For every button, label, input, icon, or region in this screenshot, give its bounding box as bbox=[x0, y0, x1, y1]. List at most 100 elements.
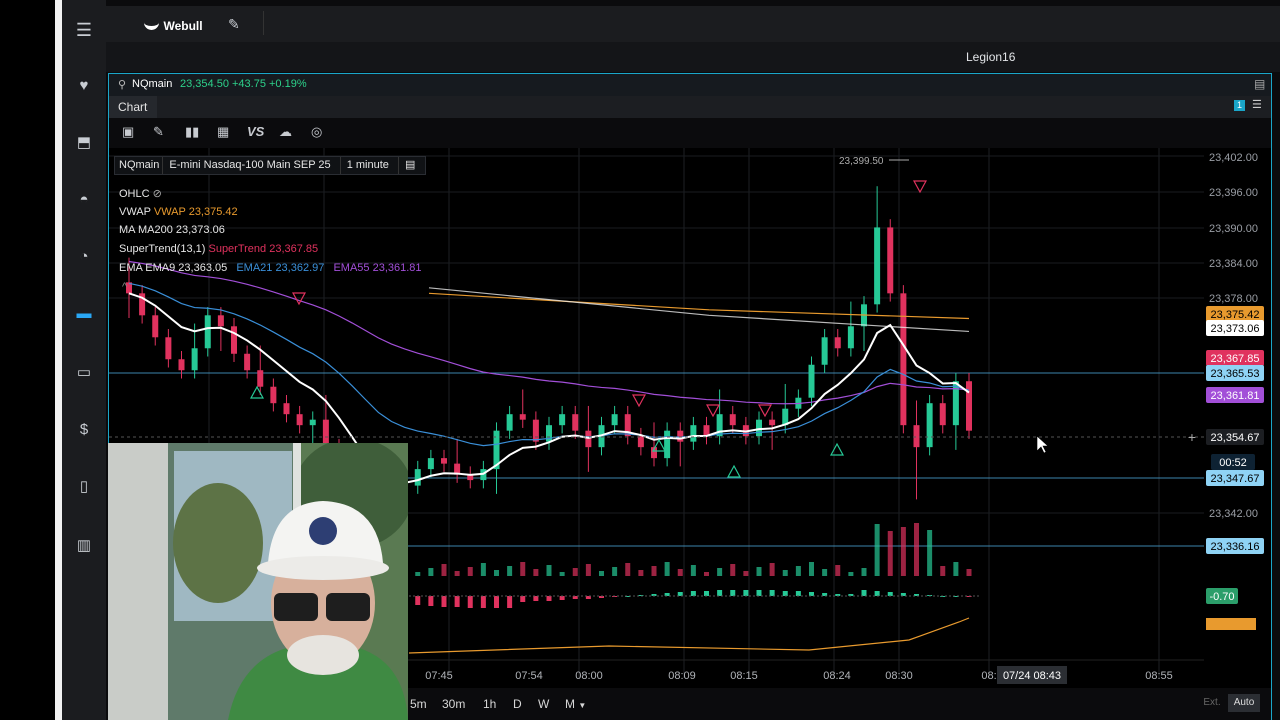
legend-ema55: EMA55 23,361.81 bbox=[333, 262, 422, 274]
ext-hours-button[interactable]: Ext. bbox=[1198, 694, 1226, 712]
candle-body bbox=[769, 419, 776, 426]
candle-body bbox=[690, 425, 697, 442]
username[interactable]: Legion16 bbox=[966, 50, 1015, 64]
oscillator-value: -0.70 bbox=[1209, 591, 1234, 603]
legend-ohlc[interactable]: OHLC ⊘ bbox=[119, 187, 162, 200]
tab-count-badge[interactable]: 1 bbox=[1234, 100, 1245, 111]
cloud-icon[interactable]: ☁ bbox=[279, 124, 292, 140]
tf-30m[interactable]: 30m bbox=[442, 697, 465, 711]
volume-bar bbox=[494, 570, 499, 576]
broadcast-icon[interactable]: ✎ bbox=[228, 16, 240, 33]
target-icon[interactable]: ◎ bbox=[311, 124, 322, 140]
settings-icon[interactable]: ▤ bbox=[397, 157, 421, 174]
file-icon[interactable]: ▯ bbox=[74, 477, 94, 497]
caret-down-icon: ▼ bbox=[578, 701, 587, 710]
oscillator-bar bbox=[546, 596, 552, 601]
volume-bar bbox=[559, 572, 565, 576]
candle-body bbox=[165, 337, 172, 360]
saturn-icon[interactable]: ◓ bbox=[74, 190, 94, 210]
tf-w[interactable]: W bbox=[538, 697, 549, 711]
tf-1h[interactable]: 1h bbox=[483, 697, 496, 711]
heart-icon[interactable]: ♥ bbox=[74, 76, 94, 96]
oscillator-bar bbox=[861, 590, 867, 596]
candle-body bbox=[270, 386, 277, 404]
price-label-last: 23,354.67 bbox=[1211, 432, 1260, 444]
hamburger-icon[interactable]: ☰ bbox=[74, 20, 94, 40]
legend-ma-label: MA bbox=[119, 224, 135, 236]
legend-ema[interactable]: EMA EMA9 23,363.05 EMA21 23,362.97 EMA55… bbox=[119, 262, 422, 274]
tf-d[interactable]: D bbox=[513, 697, 522, 711]
tf-5m[interactable]: 5m bbox=[410, 697, 427, 711]
volume-bar bbox=[861, 568, 867, 576]
webcam-overlay bbox=[108, 443, 408, 720]
candle-body bbox=[204, 315, 211, 349]
y-tick-label: 23,384.00 bbox=[1209, 258, 1258, 270]
price-label-line: 23,365.53 bbox=[1211, 368, 1260, 380]
oscillator-bar bbox=[507, 596, 513, 608]
candle-type-icon[interactable]: ▮▮ bbox=[185, 124, 199, 140]
sidebar: ☰ ♥ ⬒ ◓ ◔ ▬ ▭ $ ▯ ▥ bbox=[62, 0, 106, 720]
indicator-icon[interactable]: ▣ bbox=[122, 124, 134, 140]
symbol-name[interactable]: NQmain bbox=[132, 78, 172, 90]
volume-bar bbox=[428, 568, 434, 576]
legend-vwap-label: VWAP bbox=[119, 206, 151, 218]
candle-body bbox=[532, 419, 539, 442]
oscillator-bar bbox=[756, 590, 762, 596]
tf-m[interactable]: M ▼ bbox=[565, 697, 586, 711]
candle-body bbox=[808, 364, 815, 398]
candle-body bbox=[217, 315, 224, 327]
keyboard-icon[interactable]: ▤ bbox=[1254, 77, 1265, 91]
chart-interval[interactable]: 1 minute bbox=[339, 157, 395, 174]
webull-logo[interactable]: Webull bbox=[144, 17, 203, 35]
candle-body bbox=[611, 414, 618, 426]
volume-bar bbox=[612, 567, 618, 576]
collapse-chevron-icon[interactable]: ^ bbox=[122, 281, 127, 293]
volume-bar bbox=[507, 566, 513, 576]
candle-body bbox=[178, 359, 185, 371]
volume-bar bbox=[415, 572, 421, 576]
layout-grid-icon[interactable]: ▦ bbox=[217, 124, 229, 140]
oscillator-bar bbox=[887, 592, 893, 596]
tab-chart[interactable]: Chart bbox=[109, 96, 157, 118]
card-icon[interactable]: ▭ bbox=[74, 363, 94, 383]
volume-bar bbox=[756, 567, 762, 576]
draw-pen-icon[interactable]: ✎ bbox=[153, 124, 164, 140]
high-marker-label: 23,399.50 bbox=[839, 156, 884, 167]
compare-vs-icon[interactable]: VS bbox=[247, 124, 264, 139]
legend-vwap[interactable]: VWAP VWAP 23,375.42 bbox=[119, 206, 238, 218]
oscillator-bar bbox=[730, 590, 736, 596]
y-tick-label: 23,396.00 bbox=[1209, 187, 1258, 199]
x-tick-label: 08:30 bbox=[885, 670, 913, 682]
window-edge bbox=[55, 0, 62, 720]
search-icon[interactable]: ⚲ bbox=[118, 78, 126, 91]
hide-eye-icon[interactable]: ⊘ bbox=[153, 188, 162, 200]
y-tick-label: 23,390.00 bbox=[1209, 223, 1258, 235]
speedometer-icon[interactable]: ◔ bbox=[74, 247, 94, 267]
volume-bar bbox=[441, 564, 447, 576]
legend-supertrend[interactable]: SuperTrend(13,1) SuperTrend 23,367.85 bbox=[119, 243, 318, 255]
header bbox=[62, 6, 1280, 42]
list-icon[interactable]: ☰ bbox=[1252, 98, 1262, 111]
volume-bar bbox=[822, 569, 828, 576]
candle-body bbox=[834, 337, 841, 349]
storage-icon[interactable]: ▥ bbox=[74, 536, 94, 556]
candle-body bbox=[637, 436, 644, 448]
oscillator-bar bbox=[559, 596, 565, 600]
money-icon[interactable]: $ bbox=[74, 420, 94, 440]
volume-bar bbox=[454, 571, 460, 576]
trading-icon[interactable]: ▬ bbox=[74, 304, 94, 324]
legend-vwap-value: VWAP 23,375.42 bbox=[153, 206, 238, 218]
x-tick-label: 08:55 bbox=[1145, 670, 1173, 682]
x-tick-label: 08:24 bbox=[823, 670, 851, 682]
chart-symbol[interactable]: NQmain bbox=[119, 159, 159, 171]
auto-scale-button[interactable]: Auto bbox=[1228, 694, 1260, 712]
chart-line-icon[interactable]: ⬒ bbox=[74, 133, 94, 153]
candle-body bbox=[296, 414, 303, 426]
volume-bar bbox=[940, 566, 946, 576]
price-label-line: 23,336.16 bbox=[1211, 541, 1260, 553]
volume-bar bbox=[874, 524, 880, 576]
legend-ma[interactable]: MA MA200 23,373.06 bbox=[119, 224, 225, 236]
oscillator-bar bbox=[717, 590, 723, 596]
logo-text: Webull bbox=[163, 18, 203, 33]
volume-bar bbox=[769, 563, 775, 576]
